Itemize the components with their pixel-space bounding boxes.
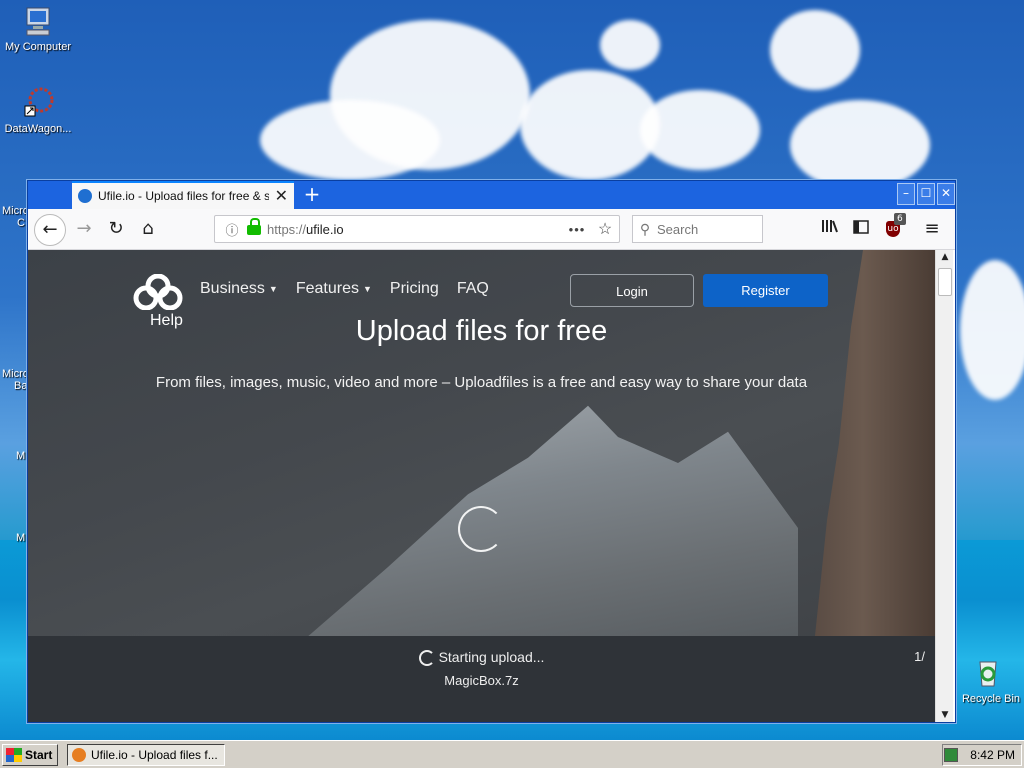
desktop-icon-partial-label: M [16, 532, 26, 544]
ufile-favicon-icon [78, 189, 92, 203]
url-bar[interactable]: ⓘ https://ufile.io ••• ☆ [214, 215, 620, 243]
home-button[interactable]: ⌂ [134, 215, 162, 243]
start-label: Start [25, 748, 53, 762]
new-tab-button[interactable]: + [300, 181, 324, 209]
upload-count: 1/ [914, 649, 925, 664]
upload-status-text: Starting upload... [438, 649, 545, 665]
cloud [260, 100, 440, 180]
scroll-down-arrow-icon[interactable]: ▼ [936, 710, 954, 720]
cloud [520, 70, 660, 180]
cloud [600, 20, 660, 70]
login-button[interactable]: Login [570, 274, 694, 307]
library-icon[interactable] [816, 215, 844, 243]
register-button[interactable]: Register [703, 274, 828, 307]
maximize-button[interactable]: ☐ [917, 183, 935, 205]
search-input[interactable]: ⚲ Search [632, 215, 763, 243]
computer-icon [21, 4, 55, 38]
cloud [770, 10, 860, 90]
url-text[interactable]: https://ufile.io [267, 222, 563, 237]
upload-filename: MagicBox.7z [444, 673, 519, 688]
nav-label: FAQ [456, 280, 489, 297]
cloud [640, 90, 760, 170]
datawagon-icon [21, 86, 55, 120]
nav-label: Business [200, 280, 265, 297]
nav-pricing[interactable]: Pricing [390, 280, 439, 298]
window-controls: – ☐ ✕ [897, 183, 955, 205]
ublock-count-badge: 6 [894, 213, 906, 225]
tab-close-icon[interactable]: ✕ [275, 186, 288, 206]
desktop-icon-partial-label: Micro [2, 368, 29, 380]
clock: 8:42 PM [970, 748, 1015, 762]
chevron-down-icon: ▼ [268, 283, 278, 294]
search-placeholder: Search [657, 221, 699, 237]
network-icon[interactable] [944, 748, 959, 762]
cloud [790, 100, 930, 190]
reload-button[interactable]: ↻ [102, 215, 130, 243]
scroll-up-arrow-icon[interactable]: ▲ [936, 252, 954, 262]
browser-icon [72, 748, 86, 762]
desktop-icon-recycle-bin[interactable]: Recycle Bin [950, 656, 1024, 705]
cloud [960, 260, 1024, 400]
site-nav: Business ▼ Features ▼ Pricing FAQ [200, 280, 489, 298]
search-icon: ⚲ [639, 220, 651, 237]
chevron-down-icon: ▼ [362, 283, 372, 294]
nav-label: Pricing [389, 280, 439, 297]
browser-window: Ufile.io - Upload files for free & sh ✕ … [27, 180, 956, 723]
page-actions-icon[interactable]: ••• [563, 222, 591, 237]
nav-label: Features [295, 280, 359, 297]
nav-business[interactable]: Business ▼ [200, 280, 278, 298]
close-window-button[interactable]: ✕ [937, 183, 955, 205]
lock-icon[interactable] [247, 218, 261, 235]
vertical-scrollbar[interactable]: ▲ ▼ [935, 250, 953, 722]
desktop-icon-label: DataWagon... [4, 123, 72, 135]
ublock-icon[interactable]: uo 6 [879, 213, 907, 243]
windows-flag-icon [6, 748, 22, 762]
page-subheadline: From files, images, music, video and mor… [155, 374, 808, 391]
recycle-bin-icon [971, 656, 1005, 690]
start-button[interactable]: Start [2, 744, 58, 766]
desktop-icon-partial-label: C [17, 217, 25, 229]
system-tray: 8:42 PM [942, 744, 1022, 766]
desktop-icon-datawagon[interactable]: DataWagon... [0, 86, 76, 135]
desktop-icon-partial-label: Micro [2, 205, 29, 217]
url-host: ufile.io [306, 221, 344, 237]
upload-status-bar: Starting upload... MagicBox.7z 1/ [28, 636, 935, 722]
tab-title: Ufile.io - Upload files for free & sh [98, 189, 269, 203]
info-icon[interactable]: ⓘ [221, 220, 243, 239]
back-button[interactable]: ← [34, 214, 66, 246]
page-content: Help Business ▼ Features ▼ Pricing FAQ Log… [28, 250, 935, 722]
nav-faq[interactable]: FAQ [457, 280, 489, 298]
bookmark-star-icon[interactable]: ☆ [591, 219, 619, 239]
minimize-button[interactable]: – [897, 183, 915, 205]
desktop-icon-partial-label: M [16, 450, 26, 462]
cliff-background [815, 250, 935, 636]
nav-features[interactable]: Features ▼ [296, 280, 372, 298]
taskbar-item-browser[interactable]: Ufile.io - Upload files f... [67, 744, 225, 766]
desktop-icon-partial-label: Ba [14, 380, 28, 392]
taskbar: Start Ufile.io - Upload files f... 8:42 … [0, 740, 1024, 768]
ufile-logo-icon[interactable] [133, 274, 183, 310]
desktop-icon-label: My Computer [4, 41, 72, 53]
upload-status: Starting upload... [28, 649, 935, 667]
url-protocol: https:// [267, 221, 307, 237]
scroll-thumb[interactable] [938, 268, 952, 296]
loading-spinner-icon [458, 506, 504, 552]
tab-ufile[interactable]: Ufile.io - Upload files for free & sh ✕ [72, 181, 294, 209]
page-headline: Upload files for free [355, 315, 608, 347]
tab-bar: Ufile.io - Upload files for free & sh ✕ … [28, 181, 955, 209]
nav-toolbar: ← → ↻ ⌂ ⓘ https://ufile.io ••• ☆ ⚲ Searc… [28, 209, 955, 250]
mini-spinner-icon [418, 650, 435, 667]
menu-icon[interactable]: ≡ [918, 215, 946, 243]
desktop-icon-label: Recycle Bin [961, 693, 1021, 705]
sidebar-icon[interactable] [847, 215, 875, 243]
desktop-icon-my-computer[interactable]: My Computer [0, 4, 76, 53]
forward-button[interactable]: → [70, 215, 98, 243]
mountain-background [298, 405, 798, 645]
taskbar-item-label: Ufile.io - Upload files f... [91, 748, 218, 762]
